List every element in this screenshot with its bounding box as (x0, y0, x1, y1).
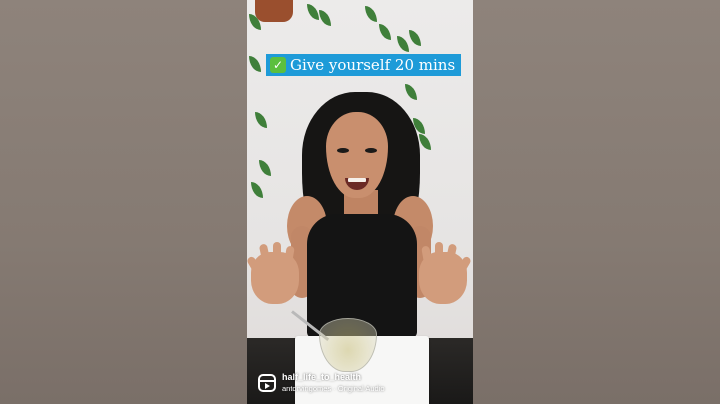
reel-attribution[interactable]: half_life_to_health antorvingomes · Orig… (258, 372, 385, 394)
video-frame[interactable]: ✓ Give yourself 20 mins half_life_to_hea… (247, 0, 473, 404)
caption-text: Give yourself 20 mins (290, 56, 456, 74)
leaf (319, 10, 331, 26)
audio-credit[interactable]: antorvingomes · Original Audio (282, 383, 385, 394)
leaf (249, 56, 261, 72)
leaf (259, 160, 271, 176)
creator-handle[interactable]: half_life_to_health (282, 372, 385, 383)
leaf (379, 24, 391, 40)
leaf (255, 112, 267, 128)
leaf (307, 4, 319, 20)
person-left-eye (337, 148, 349, 153)
caption-banner: ✓ Give yourself 20 mins (266, 54, 462, 76)
leaf (251, 182, 263, 198)
instagram-reels-icon (258, 374, 276, 392)
leaf (397, 36, 409, 52)
right-blurred-background (473, 0, 720, 404)
check-mark-button-icon: ✓ (270, 57, 286, 73)
leaf (409, 30, 421, 46)
attribution-text: half_life_to_health antorvingomes · Orig… (282, 372, 385, 394)
finger (273, 242, 281, 264)
plant-pot (255, 0, 293, 22)
person-right-eye (365, 148, 377, 153)
finger (435, 242, 443, 264)
person-teeth (348, 178, 366, 182)
left-blurred-background (0, 0, 247, 404)
leaf (365, 6, 377, 22)
leaf (419, 134, 431, 150)
leaf (405, 84, 417, 100)
